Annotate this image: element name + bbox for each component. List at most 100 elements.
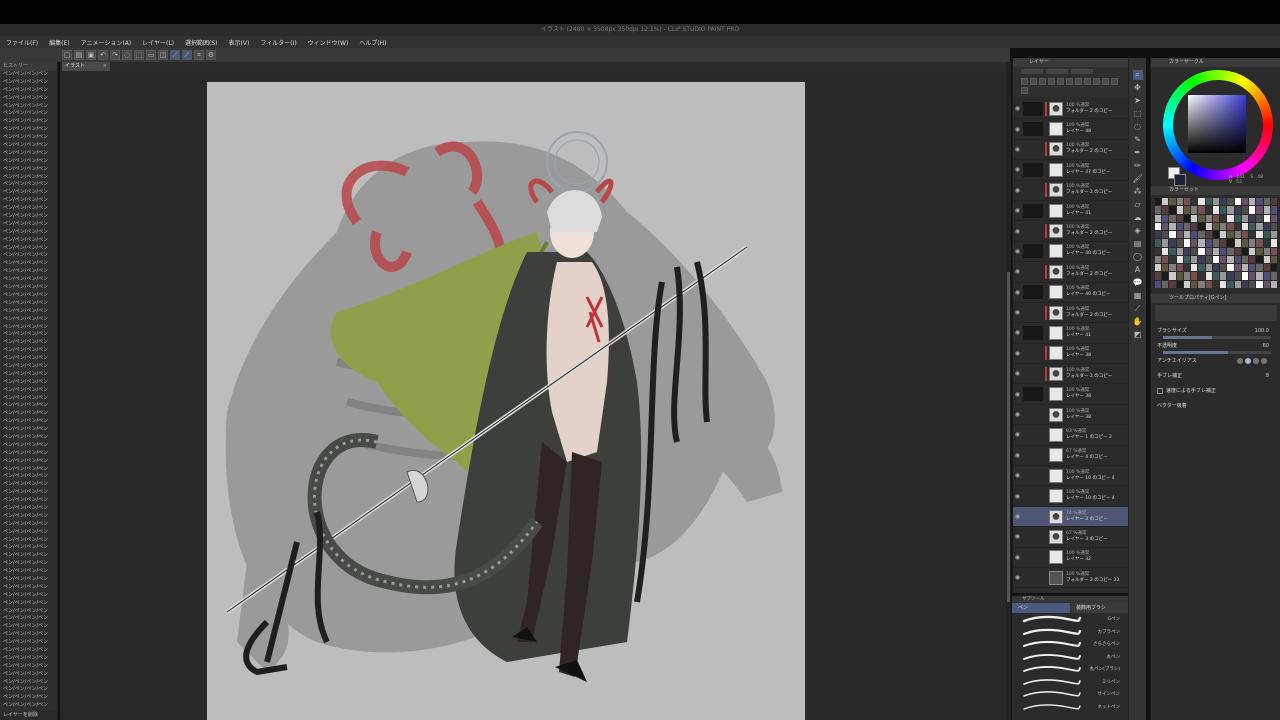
history-item[interactable]: ペン/ペン/ペン/ペン [0, 600, 57, 608]
color-swatch[interactable] [1155, 222, 1162, 231]
color-swatch[interactable] [1249, 247, 1256, 255]
menu-item-3[interactable]: レイヤー(L) [142, 38, 174, 47]
color-swatch[interactable] [1256, 231, 1263, 239]
saturation-value-square[interactable] [1188, 95, 1246, 153]
clear-icon[interactable]: ◌ [122, 50, 132, 60]
color-swatch[interactable] [1162, 222, 1169, 231]
color-swatch[interactable] [1234, 247, 1241, 255]
color-swatch[interactable] [1263, 231, 1270, 239]
color-swatch[interactable] [1256, 239, 1263, 247]
history-item[interactable]: ペン/ペン/ペン/ペン [0, 110, 57, 118]
visibility-eye-icon[interactable]: ◉ [1013, 513, 1022, 520]
color-swatch[interactable] [1162, 206, 1169, 214]
selection-tool-icon[interactable]: ⬚ [1133, 109, 1143, 119]
tab-decoration-brush[interactable]: 装飾用ブラシ [1070, 603, 1128, 613]
layer-row[interactable]: ◉ 67 %通常 レイヤー 4 のコピー [1013, 446, 1129, 467]
color-swatch[interactable] [1241, 280, 1249, 288]
brush-item[interactable]: Gペン [1012, 613, 1128, 626]
history-item[interactable]: ペン/ペン/ペン/ペン [0, 537, 57, 545]
layer-row[interactable]: ◉ 100 %通常 フォルダー 2 のコピー [1013, 221, 1129, 242]
snap-grid-icon[interactable]: ⟋ [182, 50, 192, 60]
color-swatch[interactable] [1169, 231, 1176, 239]
brush-item[interactable]: さらさらペン [1012, 638, 1128, 651]
color-swatch[interactable] [1205, 280, 1212, 288]
color-swatch[interactable] [1205, 214, 1212, 222]
move-tool-icon[interactable]: ✥ [1133, 83, 1143, 93]
color-swatch[interactable] [1205, 272, 1212, 280]
color-swatch[interactable] [1191, 222, 1198, 231]
history-item[interactable]: ペン/ペン/ペン/ペン [0, 631, 57, 639]
color-swatch[interactable] [1220, 206, 1227, 214]
color-swatch[interactable] [1270, 239, 1277, 247]
color-swatch[interactable] [1183, 247, 1191, 255]
apply-mask-icon[interactable] [1102, 78, 1109, 85]
opacity-slider[interactable] [1046, 68, 1068, 74]
history-item[interactable]: ペン/ペン/ペン/ペン [0, 418, 57, 426]
color-swatch[interactable] [1234, 264, 1241, 272]
history-item[interactable]: ペン/ペン/ペン/ペン [0, 355, 57, 363]
visibility-eye-icon[interactable]: ◉ [1013, 472, 1022, 479]
history-item-delete-layer[interactable]: レイヤーを削除 [0, 711, 57, 720]
visibility-eye-icon[interactable]: ◉ [1013, 493, 1022, 500]
color-swatch[interactable] [1220, 214, 1227, 222]
color-swatch[interactable] [1183, 231, 1191, 239]
history-item[interactable]: ペン/ペン/ペン/ペン [0, 308, 57, 316]
pen-tool-icon[interactable]: ✒ [1133, 148, 1143, 158]
color-swatch[interactable] [1270, 231, 1277, 239]
color-swatch[interactable] [1212, 222, 1220, 231]
lock-transparency-icon[interactable] [1084, 78, 1091, 85]
history-item[interactable]: ペン/ペン/ペン/ペン [0, 300, 57, 308]
layer-row[interactable]: ◉ 67 %通常 レイヤー 3 のコピー [1013, 527, 1129, 548]
color-swatch[interactable] [1249, 255, 1256, 264]
color-swatch[interactable] [1162, 255, 1169, 264]
history-item[interactable]: ペン/ペン/ペン/ペン [0, 466, 57, 474]
visibility-eye-icon[interactable]: ◉ [1013, 187, 1022, 194]
color-swatch[interactable] [1212, 280, 1220, 288]
settings-icon[interactable]: ⚙ [206, 50, 216, 60]
history-item[interactable]: ペン/ペン/ペン/ペン [0, 450, 57, 458]
blend-tool-icon[interactable]: ☁ [1133, 213, 1143, 223]
color-swatch[interactable] [1212, 206, 1220, 214]
visibility-eye-icon[interactable]: ◉ [1013, 431, 1022, 438]
history-item[interactable]: ペン/ペン/ペン/ペン [0, 608, 57, 616]
operation-tool-icon[interactable]: ➤ [1133, 96, 1143, 106]
fill-tool-icon[interactable]: ◈ [1133, 226, 1143, 236]
color-swap-icon[interactable]: ◩ [1133, 330, 1143, 340]
color-swatch[interactable] [1263, 222, 1270, 231]
history-item[interactable]: ペン/ペン/ペン/ペン [0, 663, 57, 671]
visibility-eye-icon[interactable]: ◉ [1013, 228, 1022, 235]
color-swatch[interactable] [1263, 272, 1270, 280]
color-swatch[interactable] [1155, 280, 1162, 288]
color-swatch[interactable] [1227, 222, 1234, 231]
history-item[interactable]: ペン/ペン/ペン/ペン [0, 513, 57, 521]
color-swatch[interactable] [1256, 222, 1263, 231]
color-swatch[interactable] [1176, 280, 1183, 288]
history-item[interactable]: ペン/ペン/ペン/ペン [0, 134, 57, 142]
snap-ruler-icon[interactable]: ⟋ [170, 50, 180, 60]
canvas-workspace[interactable] [60, 71, 1006, 720]
layer-row[interactable]: ◉ 100 %通常 レイヤー 40 のコピー [1013, 242, 1129, 263]
history-item[interactable]: ペン/ペン/ペン/ペン [0, 142, 57, 150]
color-swatch[interactable] [1198, 239, 1205, 247]
history-item[interactable]: ペン/ペン/ペン/ペン [0, 655, 57, 663]
visibility-eye-icon[interactable]: ◉ [1013, 105, 1022, 112]
visibility-eye-icon[interactable]: ◉ [1013, 207, 1022, 214]
invert-selection-icon[interactable]: ◫ [158, 50, 168, 60]
color-swatch[interactable] [1227, 272, 1234, 280]
color-swatch[interactable] [1220, 255, 1227, 264]
color-swatch[interactable] [1212, 247, 1220, 255]
history-item[interactable]: ペン/ペン/ペン/ペン [0, 79, 57, 87]
history-item[interactable]: ペン/ペン/ペン/ペン [0, 434, 57, 442]
document-tab[interactable]: イラスト × [62, 62, 110, 71]
history-item[interactable]: ペン/ペン/ペン/ペン [0, 221, 57, 229]
clip-layer-icon[interactable] [1057, 78, 1064, 85]
history-item[interactable]: ペン/ペン/ペン/ペン [0, 521, 57, 529]
menu-item-6[interactable]: フィルター(I) [260, 38, 296, 47]
color-swatch[interactable] [1234, 198, 1241, 206]
transform-icon[interactable]: ⬚ [134, 50, 144, 60]
color-swatch[interactable] [1241, 255, 1249, 264]
visibility-eye-icon[interactable]: ◉ [1013, 370, 1022, 377]
visibility-eye-icon[interactable]: ◉ [1013, 248, 1022, 255]
layer-row[interactable]: ◉ 100 %通常 レイヤー 47 のコピー [1013, 160, 1129, 181]
history-item[interactable]: ペン/ペン/ペン/ペン [0, 292, 57, 300]
